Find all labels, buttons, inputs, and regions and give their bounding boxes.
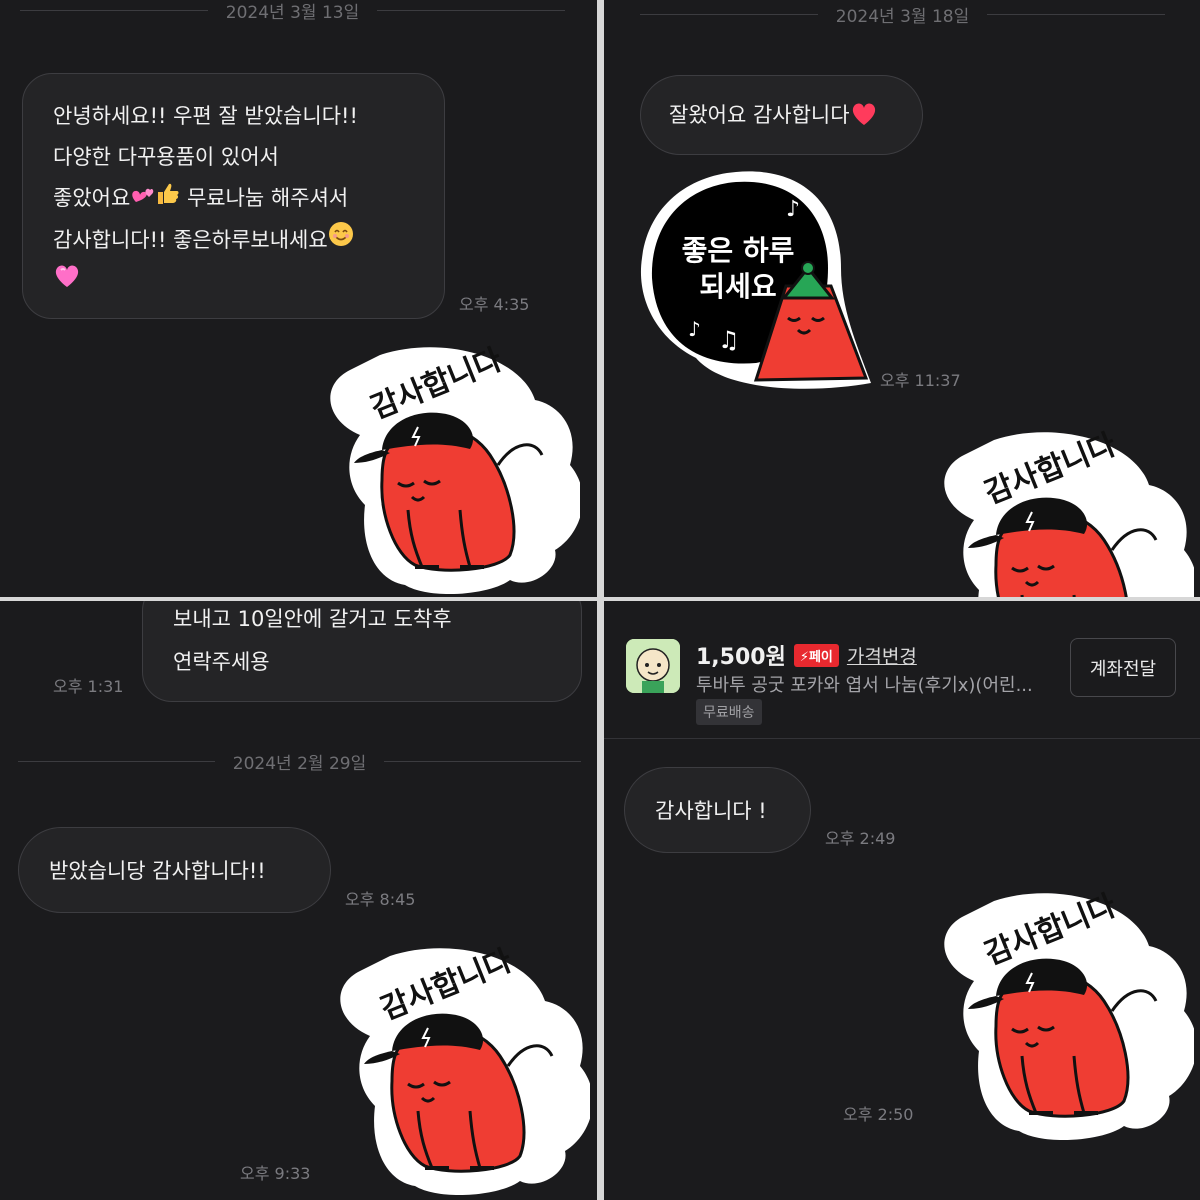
message-bubble[interactable]: 잘왔어요 감사합니다 (640, 75, 923, 155)
message-text: 잘왔어요 감사합니다 (669, 103, 850, 127)
message-timestamp: 오후 8:45 (345, 890, 416, 909)
music-note-icon: ♪ (688, 317, 701, 341)
pink-heart-icon (53, 262, 81, 303)
message-timestamp: 오후 2:49 (825, 829, 896, 848)
sticker-timestamp: 오후 2:50 (843, 1105, 914, 1124)
good-day-sticker[interactable]: 좋은 하루 되세요 ♪ ♪ ♫ (636, 168, 876, 402)
product-thumbnail[interactable] (626, 639, 680, 693)
product-price: 1,500원 (696, 645, 786, 670)
sticker-timestamp: 오후 9:33 (240, 1164, 311, 1183)
free-shipping-badge: 무료배송 (696, 699, 762, 725)
chat-panel-1: 2024년 3월 13일 안녕하세요!! 우편 잘 받았습니다!! 다양한 다꾸… (0, 0, 597, 597)
screenshot-collage: 2024년 3월 13일 안녕하세요!! 우편 잘 받았습니다!! 다양한 다꾸… (0, 0, 1200, 1200)
message-text: 받았습니당 감사합니다!! (49, 859, 266, 883)
sticker-bubble-line: 좋은 하루 (682, 234, 795, 267)
smiling-face-icon (328, 220, 354, 261)
thanks-sticker[interactable]: 감사합니다 (934, 427, 1199, 597)
product-header: 1,500원 ⚡페이 가격변경 투바투 공굿 포카와 엽서 나눔(후기x)(어린… (604, 601, 1200, 739)
message-line: 무료나눔 해주셔서 (186, 186, 349, 210)
chat-panel-2: 2024년 3월 18일 잘왔어요 감사합니다 좋은 하루 되세요 ♪ ♪ ♫ … (604, 0, 1200, 597)
chat-panel-3: 보내고 10일안에 갈거고 도착후 연락주세용 오후 1:31 2024년 2월… (0, 601, 597, 1200)
red-heart-icon (850, 101, 878, 132)
date-label: 2024년 3월 13일 (225, 3, 360, 23)
previous-message-bubble[interactable]: 보내고 10일안에 갈거고 도착후 연락주세용 (142, 601, 582, 702)
date-separator: 2024년 3월 13일 (20, 0, 566, 23)
message-bubble[interactable]: 받았습니당 감사합니다!! (18, 827, 331, 913)
change-price-link[interactable]: 가격변경 (847, 642, 917, 669)
date-label: 2024년 2월 29일 (232, 754, 367, 774)
message-line: 안녕하세요!! 우편 잘 받았습니다!! (53, 104, 358, 128)
date-separator: 2024년 2월 29일 (18, 749, 582, 774)
chat-panel-4: 1,500원 ⚡페이 가격변경 투바투 공굿 포카와 엽서 나눔(후기x)(어린… (604, 601, 1200, 1200)
message-timestamp: 오후 4:35 (459, 295, 530, 314)
product-title[interactable]: 투바투 공굿 포카와 엽서 나눔(후기x)(어린... (696, 671, 1056, 697)
pay-badge-label: 페이 (808, 649, 833, 665)
thumbs-up-icon (154, 179, 180, 220)
thanks-sticker[interactable]: 감사합니다 (934, 888, 1199, 1145)
message-line: 보내고 10일안에 갈거고 도착후 (173, 607, 452, 631)
message-bubble[interactable]: 감사합니다 ! (624, 767, 811, 853)
message-text: 감사합니다 ! (655, 799, 767, 823)
date-separator: 2024년 3월 18일 (640, 2, 1166, 27)
message-bubble[interactable]: 안녕하세요!! 우편 잘 받았습니다!! 다양한 다꾸용품이 있어서 좋았어요 … (22, 73, 445, 319)
thanks-sticker[interactable]: 감사합니다 (320, 342, 585, 597)
hearts-emoji-icon (130, 179, 154, 220)
sticker-timestamp: 오후 11:37 (880, 371, 961, 390)
lightning-icon: ⚡ (799, 649, 809, 665)
message-line: 다양한 다꾸용품이 있어서 (53, 145, 279, 169)
date-label: 2024년 3월 18일 (835, 7, 970, 27)
sticker-bubble-line: 되세요 (699, 270, 776, 303)
message-line: 연락주세용 (173, 650, 270, 674)
message-timestamp: 오후 1:31 (53, 677, 124, 696)
music-note-icon: ♫ (718, 326, 740, 354)
message-line: 감사합니다!! 좋은하루보내세요 (53, 227, 328, 252)
transfer-account-button[interactable]: 계좌전달 (1070, 638, 1176, 697)
music-note-icon: ♪ (786, 197, 800, 222)
thanks-sticker[interactable]: 감사합니다 (330, 943, 595, 1200)
pay-badge: ⚡페이 (793, 643, 839, 667)
message-line: 좋았어요 (53, 186, 131, 210)
